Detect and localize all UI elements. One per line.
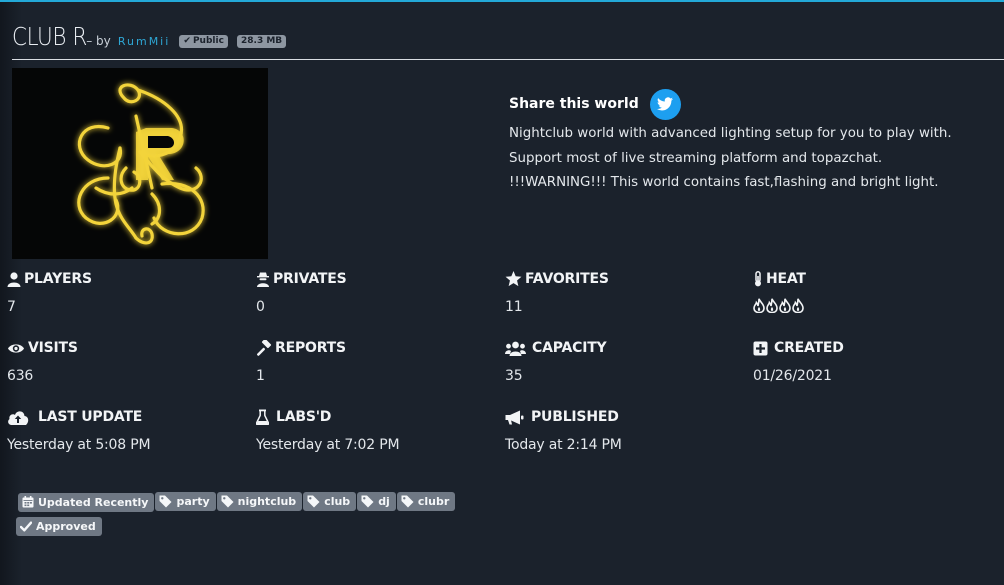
tag-nightclub[interactable]: nightclub xyxy=(216,492,303,511)
stat-capacity-value: 35 xyxy=(505,368,523,384)
user-secret-icon xyxy=(257,272,269,287)
stat-created-value: 01/26/2021 xyxy=(753,368,832,384)
size-badge: 28.3 MB xyxy=(237,35,287,48)
public-badge: ✔ Public xyxy=(179,35,228,48)
stat-labs: LABS'D Yesterday at 7:02 PM xyxy=(256,408,496,453)
stat-visits-label: VISITS xyxy=(28,340,78,356)
twitter-icon xyxy=(657,97,674,111)
tag-icon xyxy=(401,495,414,508)
world-title: CLUB R xyxy=(12,22,87,51)
stat-capacity-label: CAPACITY xyxy=(532,340,607,356)
stat-reports: REPORTS 1 xyxy=(256,339,496,384)
stat-favorites-label: FAVORITES xyxy=(525,271,609,287)
stat-last-update: LAST UPDATE Yesterday at 5:08 PM xyxy=(7,408,247,453)
club-r-logo xyxy=(77,83,205,245)
stat-favorites-value: 11 xyxy=(505,299,523,315)
tag-icon xyxy=(159,495,172,508)
stat-created-label: CREATED xyxy=(774,340,844,356)
megaphone-icon xyxy=(505,410,524,424)
star-icon xyxy=(505,271,522,287)
fire-icon xyxy=(779,298,791,313)
stat-visits: VISITS 636 xyxy=(7,339,247,384)
stat-heat-label: HEAT xyxy=(766,271,806,287)
stat-players: PLAYERS 7 xyxy=(7,270,247,315)
tag-dj[interactable]: dj xyxy=(357,492,396,511)
header-divider xyxy=(12,59,1004,60)
check-icon: ✔ xyxy=(183,36,191,46)
tag-label: nightclub xyxy=(237,495,297,508)
stat-published-label: PUBLISHED xyxy=(531,409,619,425)
calendar-icon xyxy=(22,496,34,508)
share-section: Share this world Nightclub world with ad… xyxy=(509,88,979,196)
tag-updated-recently[interactable]: Updated Recently xyxy=(18,492,155,512)
share-title: Share this world xyxy=(509,96,639,112)
fire-icon xyxy=(766,298,778,313)
fire-icon xyxy=(792,298,804,313)
stat-privates-label: PRIVATES xyxy=(273,271,347,287)
thermometer-icon xyxy=(755,271,761,287)
eye-icon xyxy=(8,343,24,353)
public-badge-label: Public xyxy=(192,36,224,46)
tag-party[interactable]: party xyxy=(155,492,216,511)
tag-clubr[interactable]: clubr xyxy=(396,492,456,511)
tag-club[interactable]: club xyxy=(303,492,357,511)
stat-reports-label: REPORTS xyxy=(275,340,346,356)
tag-label: Approved xyxy=(36,519,96,533)
stat-heat: HEAT xyxy=(753,270,993,313)
stat-labs-label: LABS'D xyxy=(276,409,332,425)
users-icon xyxy=(505,341,526,356)
tag-label: Updated Recently xyxy=(38,495,149,509)
top-accent-line xyxy=(0,0,1004,2)
tag-icon xyxy=(221,495,234,508)
tag-label: clubr xyxy=(417,495,450,508)
stat-privates: PRIVATES 0 xyxy=(256,270,496,315)
plus-square-icon xyxy=(753,341,768,355)
stat-players-value: 7 xyxy=(7,299,16,315)
tag-label: club xyxy=(324,495,351,508)
tag-list: Updated Recently party nightclub club dj… xyxy=(16,492,498,541)
check-icon xyxy=(20,521,32,531)
author-link[interactable]: RumMii xyxy=(118,35,170,48)
tag-icon xyxy=(361,495,374,508)
flask-icon xyxy=(256,409,269,425)
stat-last-update-label: LAST UPDATE xyxy=(38,409,143,425)
stat-published-value: Today at 2:14 PM xyxy=(505,437,622,453)
world-header: CLUB R – by RumMii ✔ Public 28.3 MB xyxy=(12,22,1004,52)
stat-favorites: FAVORITES 11 xyxy=(505,270,745,315)
world-thumbnail[interactable] xyxy=(12,68,268,259)
fire-icon xyxy=(753,298,765,313)
stat-reports-value: 1 xyxy=(256,368,265,384)
cloud-upload-icon xyxy=(8,410,29,425)
heat-flames xyxy=(753,298,993,313)
stat-privates-value: 0 xyxy=(256,299,265,315)
tag-icon xyxy=(307,495,320,508)
stat-created: CREATED 01/26/2021 xyxy=(753,339,993,384)
tag-label: dj xyxy=(378,495,390,508)
stat-players-label: PLAYERS xyxy=(24,271,92,287)
tag-approved[interactable]: Approved xyxy=(16,516,102,536)
stat-capacity: CAPACITY 35 xyxy=(505,339,745,384)
world-description: Nightclub world with advanced lighting s… xyxy=(509,126,952,190)
stat-visits-value: 636 xyxy=(7,368,34,384)
twitter-share-button[interactable] xyxy=(649,88,681,120)
stat-last-update-value: Yesterday at 5:08 PM xyxy=(7,437,151,453)
user-icon xyxy=(7,271,21,287)
stat-published: PUBLISHED Today at 2:14 PM xyxy=(505,408,745,453)
tag-label: party xyxy=(176,495,210,508)
stat-labs-value: Yesterday at 7:02 PM xyxy=(256,437,400,453)
by-label: – by xyxy=(86,34,111,48)
gavel-icon xyxy=(257,340,272,356)
